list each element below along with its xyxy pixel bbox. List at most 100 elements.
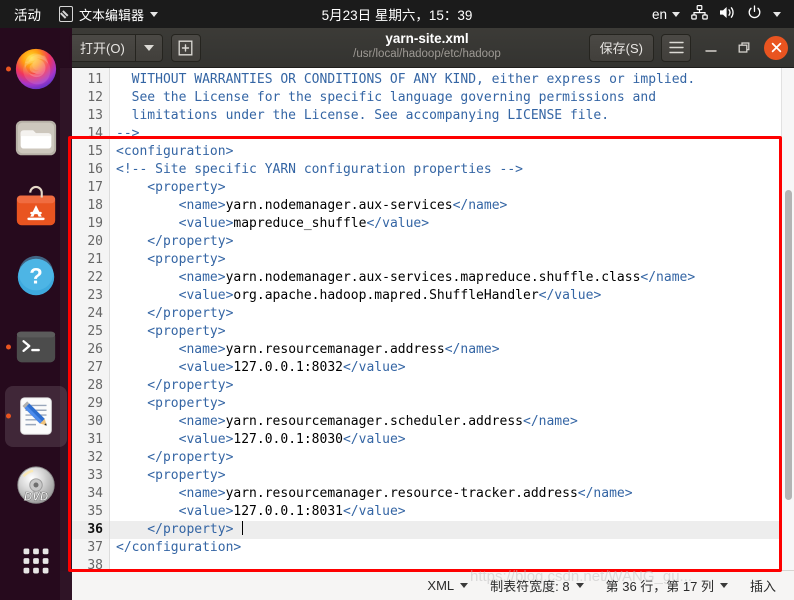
text-editor-window: 打开(O) yarn-site.xml /usr/local/hadoop/et… bbox=[60, 28, 794, 600]
code-line[interactable]: <configuration> bbox=[110, 143, 794, 161]
code-token: </value> bbox=[538, 288, 602, 303]
code-line[interactable]: See the License for the specific languag… bbox=[110, 89, 794, 107]
code-line[interactable]: <property> bbox=[110, 395, 794, 413]
code-line[interactable]: </property> bbox=[110, 521, 794, 539]
editor-area[interactable]: 11 12 13 14 15 16 17 18 19 20 21 22 23 24 25 26 27 28 29 30… bbox=[60, 68, 794, 570]
maximize-icon bbox=[738, 42, 750, 53]
network-icon[interactable] bbox=[691, 5, 708, 23]
code-token: </value> bbox=[366, 216, 430, 231]
code-line[interactable]: <value>127.0.0.1:8031</value> bbox=[110, 503, 794, 521]
minimize-icon bbox=[705, 49, 717, 52]
code-line[interactable]: <name>yarn.nodemanager.aux-services</nam… bbox=[110, 197, 794, 215]
dock-item-text-editor[interactable] bbox=[5, 385, 67, 447]
keyboard-layout-indicator[interactable]: en bbox=[652, 7, 680, 22]
code-line[interactable]: <name>yarn.resourcemanager.scheduler.add… bbox=[110, 413, 794, 431]
volume-icon[interactable] bbox=[719, 5, 736, 23]
code-line[interactable]: </property> bbox=[110, 233, 794, 251]
code-line[interactable] bbox=[110, 557, 794, 570]
code-token: yarn.nodemanager.aux-services bbox=[225, 198, 453, 213]
open-button[interactable]: 打开(O) bbox=[69, 33, 135, 62]
code-token: <property> bbox=[116, 396, 226, 411]
code-token: 127.0.0.1:8031 bbox=[233, 504, 343, 519]
chevron-down-icon bbox=[460, 583, 469, 588]
language-label: XML bbox=[427, 578, 455, 593]
svg-text:?: ? bbox=[29, 264, 42, 289]
code-line[interactable]: WITHOUT WARRANTIES OR CONDITIONS OF ANY … bbox=[110, 71, 794, 89]
code-line[interactable]: <name>yarn.nodemanager.aux-services.mapr… bbox=[110, 269, 794, 287]
code-line[interactable]: <name>yarn.resourcemanager.resource-trac… bbox=[110, 485, 794, 503]
code-token: <name> bbox=[116, 270, 226, 285]
insert-mode-indicator: 插入 bbox=[749, 579, 776, 594]
code-token: 127.0.0.1:8030 bbox=[233, 432, 343, 447]
close-button[interactable] bbox=[764, 35, 788, 60]
code-line[interactable]: <value>mapreduce_shuffle</value> bbox=[110, 215, 794, 233]
scrollbar-thumb[interactable] bbox=[785, 190, 792, 500]
minimize-button[interactable] bbox=[698, 35, 724, 61]
dock-item-terminal[interactable] bbox=[5, 316, 67, 378]
activities-button[interactable]: 活动 bbox=[0, 4, 53, 24]
save-button[interactable]: 保存(S) bbox=[588, 33, 654, 62]
code-line[interactable]: --> bbox=[110, 125, 794, 143]
code-line[interactable]: <!-- Site specific YARN configuration pr… bbox=[110, 161, 794, 179]
chevron-down-icon bbox=[719, 583, 728, 588]
code-token: <value> bbox=[116, 432, 234, 447]
new-document-button[interactable] bbox=[170, 33, 201, 62]
text-editor-icon bbox=[59, 6, 73, 22]
chevron-down-icon bbox=[575, 583, 584, 588]
code-token: </property> bbox=[116, 378, 234, 393]
code-line[interactable]: </configuration> bbox=[110, 539, 794, 557]
code-token: yarn.resourcemanager.scheduler.address bbox=[225, 414, 523, 429]
window-titlebar: 打开(O) yarn-site.xml /usr/local/hadoop/et… bbox=[60, 28, 794, 68]
code-token: </name> bbox=[444, 342, 500, 357]
dock-item-ubuntu-software[interactable] bbox=[5, 177, 67, 239]
code-token: </property> bbox=[116, 450, 234, 465]
code-line[interactable]: </property> bbox=[110, 305, 794, 323]
dock-item-dvd[interactable]: DVD bbox=[5, 455, 67, 517]
hamburger-menu-button[interactable] bbox=[661, 33, 691, 62]
keyboard-layout-label: en bbox=[651, 6, 667, 22]
tab-width-selector[interactable]: 制表符宽度: 8 bbox=[490, 576, 584, 595]
system-menu-chevron-down-icon[interactable] bbox=[773, 11, 781, 17]
show-applications-button[interactable] bbox=[5, 531, 67, 593]
gnome-top-bar: 活动 文本编辑器 5月23日 星期六，15：39 en bbox=[0, 0, 794, 28]
app-menu-button[interactable]: 文本编辑器 bbox=[53, 5, 164, 24]
code-token: org.apache.hadoop.mapred.ShuffleHandler bbox=[233, 288, 539, 303]
code-token: See the License for the specific languag… bbox=[116, 90, 657, 105]
dock-item-help[interactable]: ? bbox=[5, 247, 67, 309]
code-token: <name> bbox=[116, 486, 226, 501]
code-token: <property> bbox=[116, 468, 226, 483]
code-text-area[interactable]: WITHOUT WARRANTIES OR CONDITIONS OF ANY … bbox=[110, 68, 794, 570]
dock-item-files[interactable] bbox=[5, 108, 67, 170]
app-menu-label: 文本编辑器 bbox=[79, 7, 145, 23]
code-token: <value> bbox=[116, 216, 234, 231]
code-line[interactable]: <name>yarn.resourcemanager.address</name… bbox=[110, 341, 794, 359]
code-line[interactable]: <property> bbox=[110, 467, 794, 485]
system-tray: en bbox=[652, 5, 794, 23]
code-line[interactable]: <value>127.0.0.1:8030</value> bbox=[110, 431, 794, 449]
app-grid-icon bbox=[23, 548, 49, 574]
power-icon[interactable] bbox=[747, 5, 762, 23]
code-line[interactable]: limitations under the License. See accom… bbox=[110, 107, 794, 125]
code-token: <property> bbox=[116, 252, 226, 267]
help-question-icon: ? bbox=[17, 256, 55, 296]
dock-item-firefox[interactable] bbox=[5, 38, 67, 100]
text-cursor bbox=[242, 521, 244, 535]
status-bar: XML 制表符宽度: 8 第 36 行，第 17 列 插入 bbox=[60, 570, 794, 600]
vertical-scrollbar[interactable] bbox=[781, 68, 794, 570]
code-line[interactable]: <value>org.apache.hadoop.mapred.ShuffleH… bbox=[110, 287, 794, 305]
text-editor-icon bbox=[20, 397, 52, 435]
code-token: <value> bbox=[116, 288, 234, 303]
code-line[interactable]: <value>127.0.0.1:8032</value> bbox=[110, 359, 794, 377]
maximize-button[interactable] bbox=[731, 35, 757, 61]
code-line[interactable]: </property> bbox=[110, 377, 794, 395]
code-line[interactable]: </property> bbox=[110, 449, 794, 467]
code-line[interactable]: <property> bbox=[110, 179, 794, 197]
code-token: limitations under the License. See accom… bbox=[116, 108, 610, 123]
code-line[interactable]: <property> bbox=[110, 251, 794, 269]
language-selector[interactable]: XML bbox=[427, 578, 469, 593]
open-recent-dropdown-button[interactable] bbox=[134, 33, 163, 62]
code-line[interactable]: <property> bbox=[110, 323, 794, 341]
code-token: WITHOUT WARRANTIES OR CONDITIONS OF ANY … bbox=[116, 72, 696, 87]
cursor-position-indicator[interactable]: 第 36 行，第 17 列 bbox=[606, 576, 728, 595]
open-button-group: 打开(O) bbox=[69, 33, 163, 62]
